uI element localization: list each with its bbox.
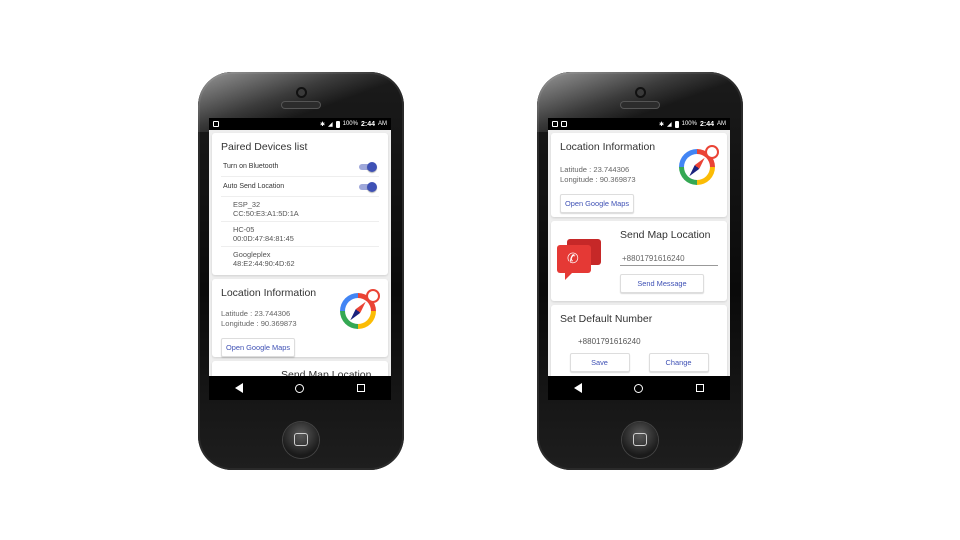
device-item[interactable]: Googleplex 48:E2:44:90:4D:62 <box>221 247 379 271</box>
default-number-value: +8801791616240 <box>578 337 641 346</box>
battery-icon <box>335 120 340 128</box>
phone-number-field[interactable]: +8801791616240 <box>620 251 718 266</box>
auto-send-toggle-row[interactable]: Auto Send Location <box>221 177 379 197</box>
compass-icon <box>679 145 719 185</box>
card-title: Paired Devices list <box>221 141 308 153</box>
screen: ✱ ◢ 100% 2:44 AM Paired Devices list Tur… <box>209 118 391 400</box>
send-message-button[interactable]: Send Message <box>620 274 704 293</box>
auto-send-switch[interactable] <box>357 181 377 192</box>
phone-left: ✱ ◢ 100% 2:44 AM Paired Devices list Tur… <box>198 72 404 470</box>
change-button[interactable]: Change <box>648 353 709 372</box>
app-content: Location Information Latitude : 23.74430… <box>548 130 730 387</box>
toggle-label: Turn on Bluetooth <box>223 163 279 170</box>
front-camera <box>637 89 644 96</box>
card-title: Send Map Location <box>620 229 711 241</box>
back-icon[interactable] <box>574 383 583 393</box>
home-button[interactable] <box>283 422 319 458</box>
send-map-card: ✆ Send Map Location +8801791616240 Send … <box>551 221 727 301</box>
battery-percent: 100% <box>681 121 697 127</box>
open-google-maps-button[interactable]: Open Google Maps <box>560 194 635 213</box>
bluetooth-icon: ✱ <box>319 121 325 128</box>
default-number-card: Set Default Number +8801791616240 Save C… <box>551 305 727 387</box>
clock-ampm: AM <box>378 121 387 127</box>
nav-bar <box>548 376 730 400</box>
device-name: HC-05 <box>233 225 255 234</box>
device-name: Googleplex <box>233 250 271 259</box>
stage: ✱ ◢ 100% 2:44 AM Paired Devices list Tur… <box>0 0 960 540</box>
paired-devices-card: Paired Devices list Turn on Bluetooth Au… <box>212 133 388 275</box>
status-bar: ✱ ◢ 100% 2:44 AM <box>209 118 391 130</box>
recent-apps-icon[interactable] <box>356 384 365 392</box>
home-icon[interactable] <box>634 383 644 393</box>
earpiece-speaker <box>621 102 659 108</box>
toggle-label: Auto Send Location <box>223 183 285 190</box>
phone-right: ✱ ◢ 100% 2:44 AM Location Information La… <box>537 72 743 470</box>
front-camera <box>298 89 305 96</box>
device-address: CC:50:E3:A1:5D:1A <box>233 209 299 218</box>
device-address: 00:0D:47:84:81:45 <box>233 234 294 243</box>
signal-icon: ◢ <box>328 121 333 128</box>
clock: 2:44 <box>360 120 375 128</box>
clock: 2:44 <box>699 120 714 128</box>
chat-phone-icon: ✆ <box>557 239 603 280</box>
device-item[interactable]: ESP_32 CC:50:E3:A1:5D:1A <box>221 197 379 222</box>
location-card: Location Information Latitude : 23.74430… <box>551 133 727 217</box>
clock-ampm: AM <box>717 121 726 127</box>
compass-icon <box>340 289 380 329</box>
recent-apps-icon[interactable] <box>695 384 704 392</box>
shield-icon <box>213 121 219 127</box>
location-card: Location Information Latitude : 23.74430… <box>212 279 388 357</box>
phone-icon: ✆ <box>567 250 579 266</box>
device-item[interactable]: HC-05 00:0D:47:84:81:45 <box>221 222 379 247</box>
home-icon[interactable] <box>295 383 305 393</box>
status-bar: ✱ ◢ 100% 2:44 AM <box>548 118 730 130</box>
battery-percent: 100% <box>342 121 358 127</box>
screen: ✱ ◢ 100% 2:44 AM Location Information La… <box>548 118 730 400</box>
signal-icon: ◢ <box>667 121 672 128</box>
nav-bar <box>209 376 391 400</box>
device-name: ESP_32 <box>233 200 261 209</box>
save-button[interactable]: Save <box>569 353 630 372</box>
bluetooth-icon: ✱ <box>658 121 664 128</box>
earpiece-speaker <box>282 102 320 108</box>
shield-icon <box>561 121 567 127</box>
open-google-maps-button[interactable]: Open Google Maps <box>221 338 296 357</box>
image-icon <box>552 121 558 127</box>
bluetooth-switch[interactable] <box>357 161 377 172</box>
card-title: Set Default Number <box>560 313 653 325</box>
home-button[interactable] <box>622 422 658 458</box>
app-content: Paired Devices list Turn on Bluetooth Au… <box>209 130 391 400</box>
device-address: 48:E2:44:90:4D:62 <box>233 259 295 268</box>
back-icon[interactable] <box>235 383 244 393</box>
bluetooth-toggle-row[interactable]: Turn on Bluetooth <box>221 157 379 177</box>
battery-icon <box>674 120 679 128</box>
